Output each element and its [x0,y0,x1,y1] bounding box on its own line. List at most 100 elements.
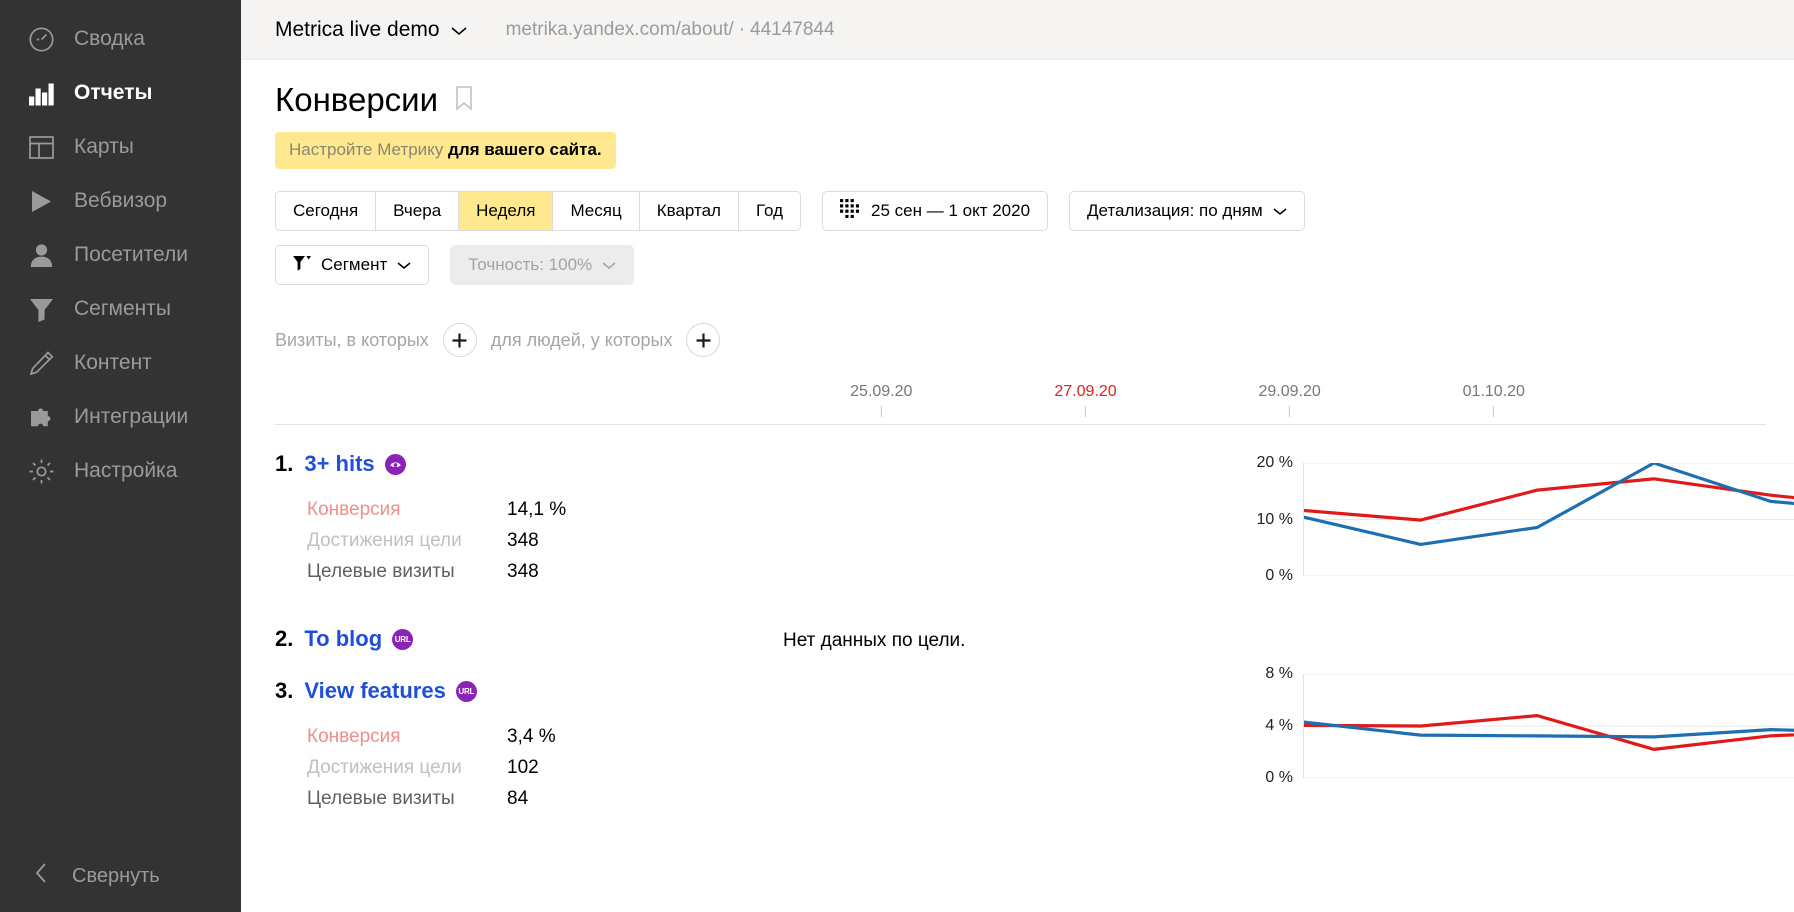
sidebar-item-настройка[interactable]: Настройка [0,444,241,498]
period-button-0[interactable]: Сегодня [276,192,377,231]
metric-row-conversion: Конверсия 14,1 % [307,499,755,530]
url-icon: URL [392,628,414,650]
metric-label-conversion: Конверсия [307,726,401,748]
filters-row: Сегмент Точность: 100% [275,245,1794,286]
site-name: Metrica live demo [275,17,440,41]
y-axis-left-label: 0 % [1265,567,1293,585]
period-button-2[interactable]: Неделя [459,192,554,231]
goal-summary: 2. To blog URL [275,600,755,652]
sidebar-item-label: Интеграции [74,405,189,428]
axis-tick-label: 29.09.20 [1258,383,1321,401]
goal-chart-area: 0 %4 %8 % 02040 [755,652,1794,819]
people-condition-label: для людей, у которых [490,329,673,350]
metric-value-goal-reaches: 348 [507,530,539,552]
metric-row-goal-reaches: Достижения цели 348 [307,530,755,561]
sidebar: Сводка Отчеты Карты Вебвизор Посетители Сегме… [0,0,241,912]
accuracy-dropdown[interactable]: Точность: 100% [450,245,635,286]
goal-name-link[interactable]: 3+ hits [304,451,374,477]
sidebar-item-интеграции[interactable]: Интеграции [0,390,241,444]
period-button-label: Месяц [570,201,622,221]
goal-block: 3. View features URL Конверсия 3,4 % Дос… [275,652,1794,819]
sidebar-item-label: Карты [74,135,134,158]
sidebar-item-отчеты[interactable]: Отчеты [0,66,241,120]
chevron-left-icon [34,862,48,890]
app-root: Сводка Отчеты Карты Вебвизор Посетители Сегме… [0,0,1794,912]
period-button-label: Год [755,201,784,221]
period-button-5[interactable]: Год [738,192,801,231]
metric-label-goal-reaches: Достижения цели [307,757,462,779]
funnel-icon [293,255,311,276]
sidebar-item-сегменты[interactable]: Сегменты [0,282,241,336]
goal-header: 3. View features URL [275,678,755,704]
title-row: Конверсии [275,81,1794,118]
sidebar-item-вебвизор[interactable]: Вебвизор [0,174,241,228]
period-button-label: Вчера [393,201,442,221]
goal-name-link[interactable]: To blog [304,626,382,652]
detail-level-dropdown[interactable]: Детализация: по дням [1069,191,1305,232]
sidebar-item-контент[interactable]: Контент [0,336,241,390]
goal-number: 1. [275,451,294,477]
axis-tick: 25.09.20 [850,383,913,418]
period-button-group: Сегодня Вчера Неделя Месяц Квартал Год [275,191,802,232]
sidebar-item-посетители[interactable]: Посетители [0,228,241,282]
accuracy-label: Точность: 100% [468,255,593,275]
y-axis-left-label: 4 % [1265,717,1293,735]
metric-value-conversion: 3,4 % [507,726,556,748]
metric-row-target-visits: Целевые визиты 348 [307,561,755,592]
notice-muted-text: Настройте Метрику [289,140,444,160]
goal-metrics: Конверсия 14,1 % Достижения цели 348 Цел… [307,499,755,592]
axis-tick-label: 25.09.20 [850,383,913,401]
date-range-label: 25 сен — 1 окт 2020 [871,201,1031,221]
y-axis-left-label: 0 % [1265,769,1293,787]
main-area: Metrica live demo metrika.yandex.com/abo… [241,0,1794,912]
sidebar-item-label: Настройка [74,459,178,482]
site-switcher[interactable]: Metrica live demo [275,18,467,42]
url-icon: URL [455,680,477,702]
metric-value-target-visits: 84 [507,788,529,810]
segment-label: Сегмент [321,255,388,275]
metric-value-goal-reaches: 102 [507,757,539,779]
sidebar-item-label: Контент [74,351,152,374]
sidebar-item-карты[interactable]: Карты [0,120,241,174]
segment-dropdown[interactable]: Сегмент [275,245,430,286]
layout-map-icon [26,132,56,162]
visits-condition-label: Визиты, в которых [275,329,429,350]
axis-tick: 29.09.20 [1258,383,1321,418]
detail-level-label: Детализация: по дням [1087,201,1263,221]
site-url-link[interactable]: metrika.yandex.com/about/· 44147844 [506,19,835,41]
goal-name-link[interactable]: View features [304,678,445,704]
calendar-icon [840,199,860,223]
goal-block: 2. To blog URL Нет данных по цели. [275,600,1794,652]
metric-row-conversion: Конверсия 3,4 % [307,726,755,757]
date-range-picker[interactable]: 25 сен — 1 окт 2020 [822,191,1049,232]
sidebar-item-label: Вебвизор [74,189,168,212]
axis-tick-today: 27.09.20 [1054,383,1117,418]
goal-header: 1. 3+ hits [275,451,755,477]
add-people-condition-button[interactable] [686,323,721,358]
axis-tick-label: 01.10.20 [1462,383,1525,401]
goal-number: 3. [275,678,294,704]
sidebar-item-label: Сводка [74,27,145,50]
setup-notice[interactable]: Настройте Метрику для вашего сайта. [275,132,616,170]
goal-metrics: Конверсия 3,4 % Достижения цели 102 Целе… [307,726,755,819]
no-data-message: Нет данных по цели. [783,630,966,652]
conversion-chart[interactable]: 0 %10 %20 % 050100 [755,435,1794,600]
sidebar-collapse-button[interactable]: Свернуть [0,862,160,890]
sidebar-item-сводка[interactable]: Сводка [0,12,241,66]
axis-tick: 01.10.20 [1462,383,1525,418]
period-button-1[interactable]: Вчера [376,192,460,231]
chevron-down-icon [397,255,411,275]
counter-id: 44147844 [750,18,835,40]
conversion-chart[interactable]: 0 %4 %8 % 02040 [755,662,1794,802]
eye-icon [384,453,406,475]
sidebar-item-label: Отчеты [74,81,153,104]
content: Конверсии Настройте Метрику для вашего с… [241,81,1794,819]
add-visit-condition-button[interactable] [442,323,477,358]
bookmark-icon[interactable] [454,85,474,116]
period-button-4[interactable]: Квартал [639,192,739,231]
sidebar-nav-list: Сводка Отчеты Карты Вебвизор Посетители Сегме… [0,12,241,498]
badge-text: URL [458,686,475,696]
bar-chart-icon [26,78,56,108]
period-button-3[interactable]: Месяц [553,192,640,231]
gear-icon [26,456,56,486]
